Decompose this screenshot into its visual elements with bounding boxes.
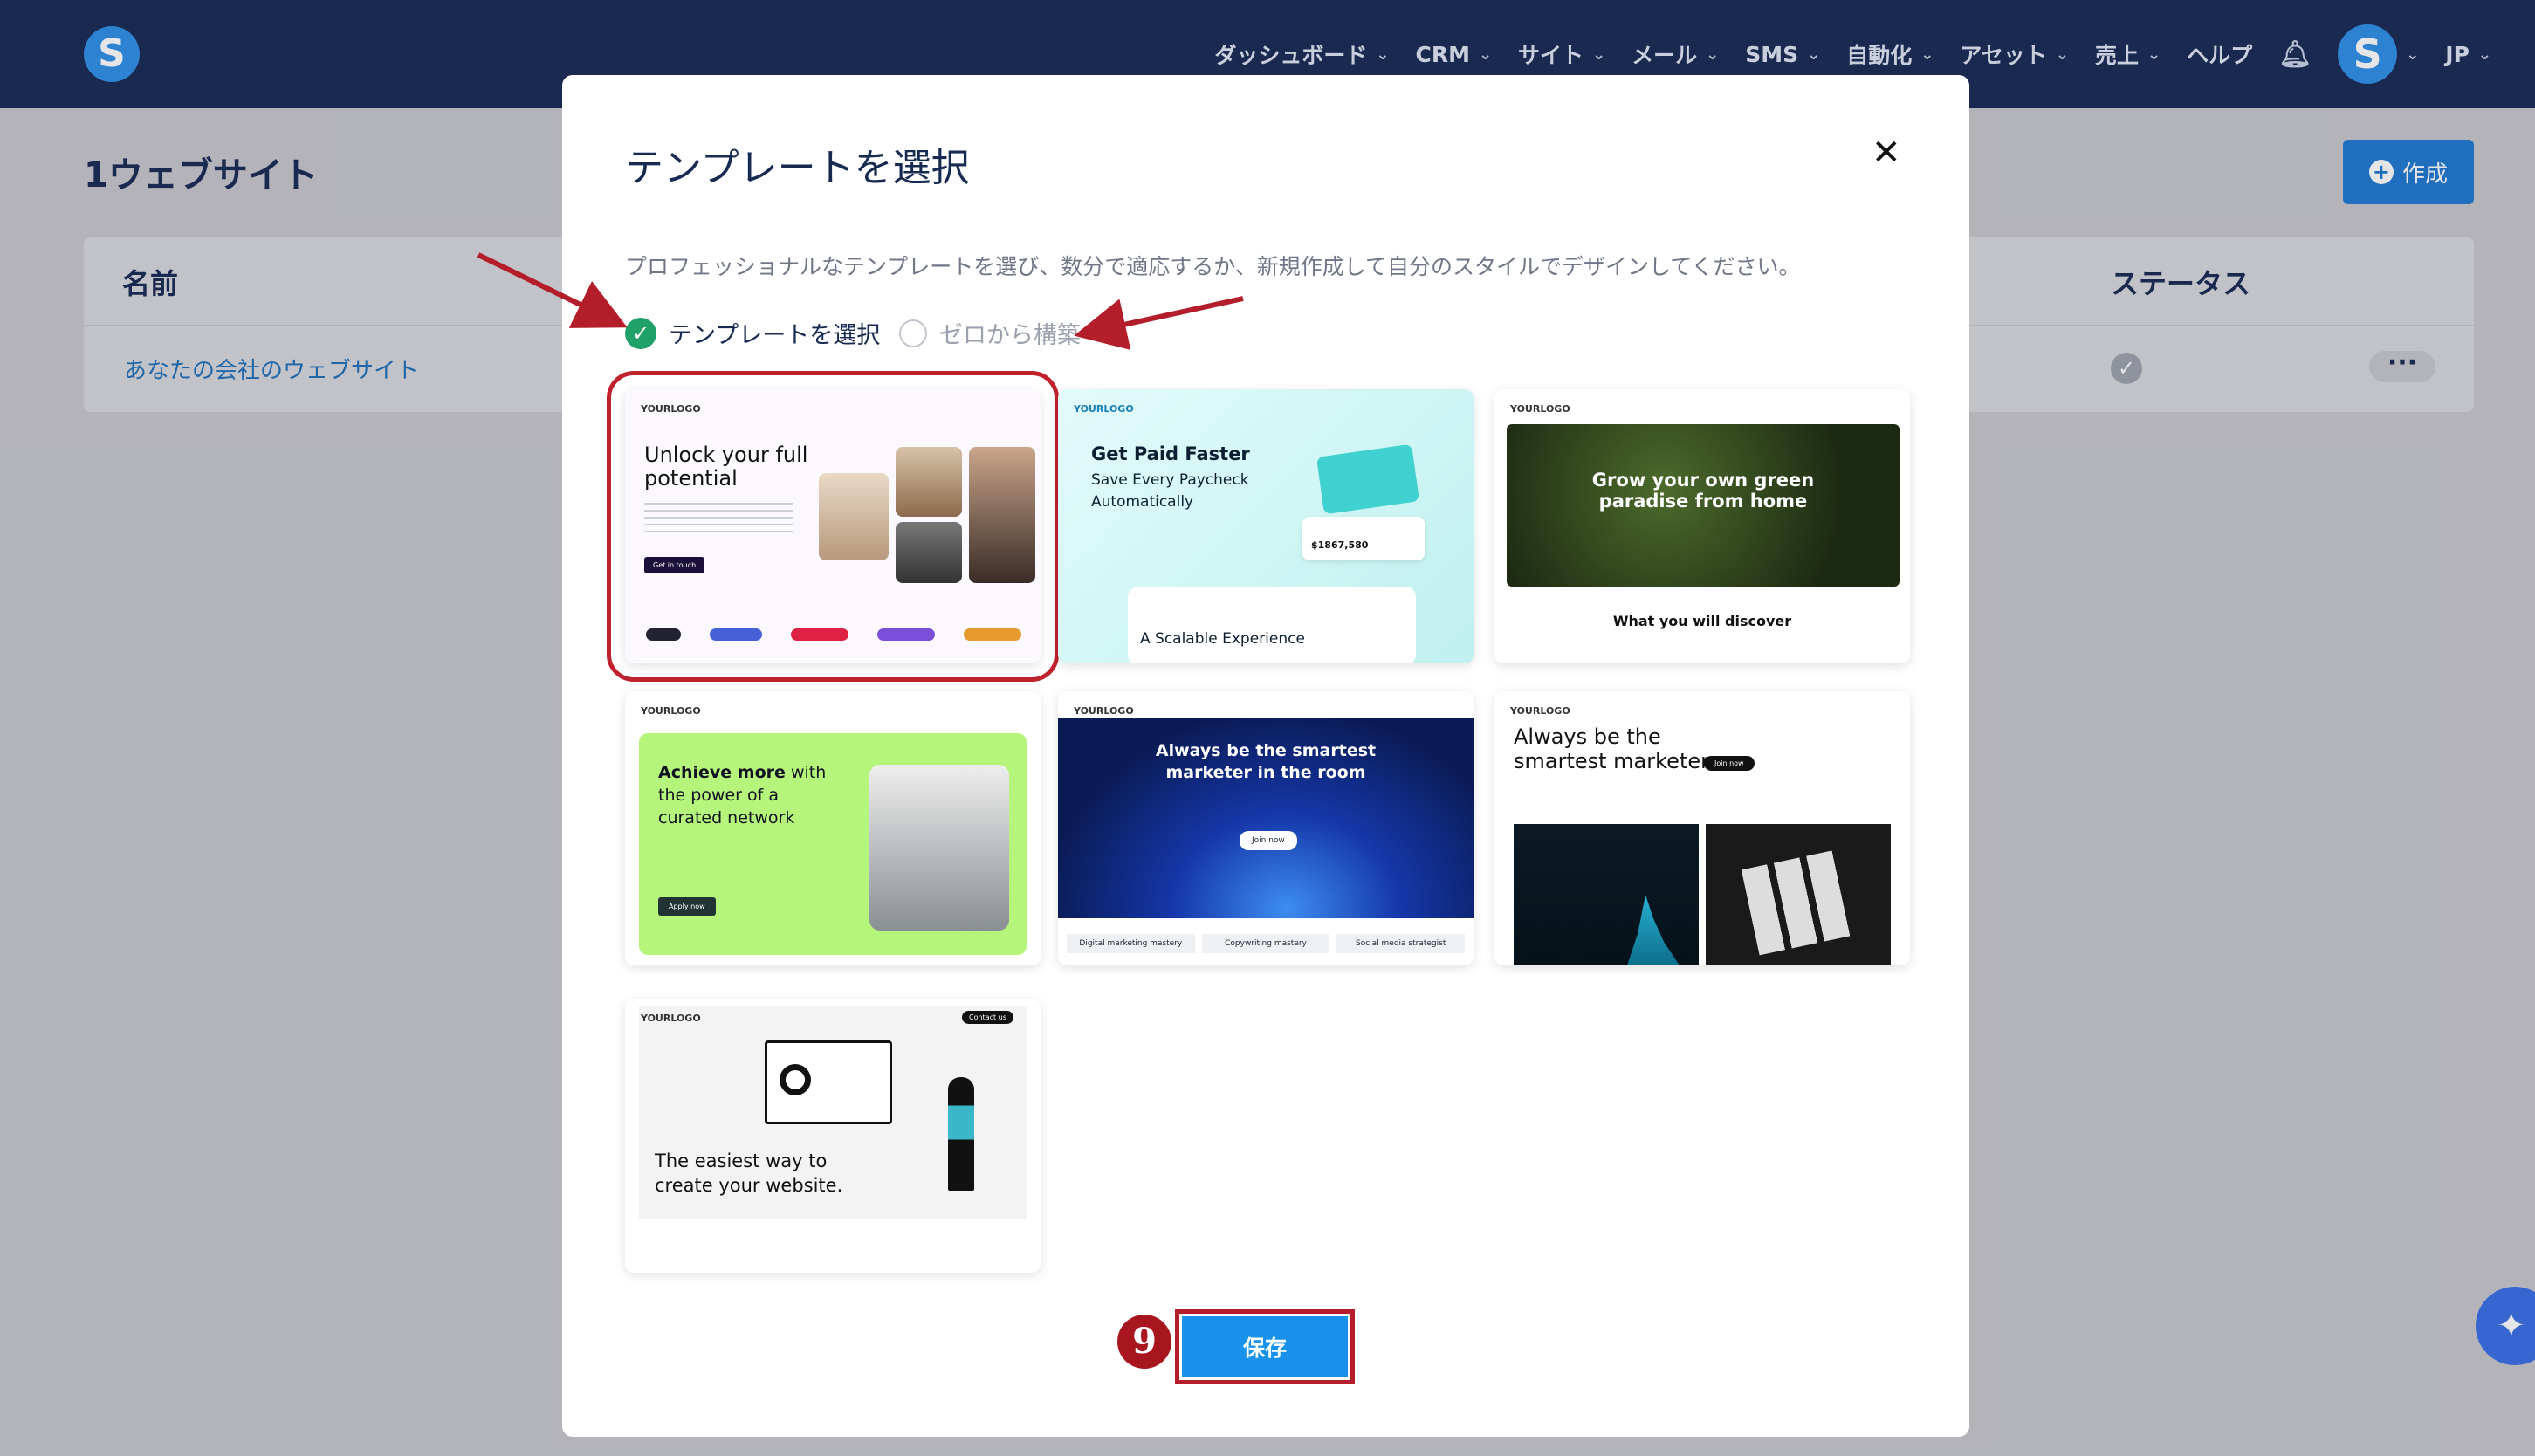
arrow-to-scratch-option	[1074, 296, 1244, 350]
arrow-to-template-option	[477, 252, 628, 328]
annotation-arrows	[477, 252, 1244, 350]
